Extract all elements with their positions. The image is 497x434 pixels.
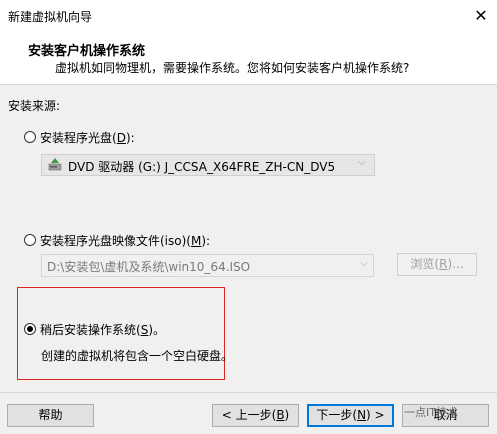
radio-label-iso: 安装程序光盘映像文件(iso)(M): xyxy=(40,234,211,248)
radio-button-iso[interactable] xyxy=(24,234,36,246)
disc-drive-value: DVD 驱动器 (G:) J_CCSA_X64FRE_ZH-CN_DV5 xyxy=(68,160,336,174)
chevron-down-icon[interactable]: ⌵ xyxy=(358,157,366,168)
radio-button-disc[interactable] xyxy=(24,131,36,143)
chevron-down-icon[interactable]: ⌵ xyxy=(360,258,368,269)
page-title: 安装客户机操作系统 xyxy=(28,44,146,59)
close-icon[interactable]: ✕ xyxy=(470,5,492,27)
browse-button[interactable]: 浏览(R)... xyxy=(397,253,477,276)
radio-button-later[interactable] xyxy=(24,323,36,335)
page-subtitle: 虚拟机如同物理机，需要操作系统。您将如何安装客户机操作系统? xyxy=(55,61,410,75)
watermark: 一点IT技术 xyxy=(404,406,458,419)
iso-path-value: D:\安装包\虚机及系统\win10_64.ISO xyxy=(47,260,251,274)
back-button[interactable]: < 上一步(B) xyxy=(212,404,299,427)
install-source-label: 安装来源: xyxy=(8,99,61,113)
next-button[interactable]: 下一步(N) > xyxy=(307,404,394,427)
window-title: 新建虚拟机向导 xyxy=(8,10,93,24)
radio-label-later: 稍后安装操作系统(S)。 xyxy=(40,323,165,337)
disc-drive-select[interactable]: DVD 驱动器 (G:) J_CCSA_X64FRE_ZH-CN_DV5 ⌵ xyxy=(41,154,375,176)
footer-divider xyxy=(0,392,497,393)
iso-path-select[interactable]: D:\安装包\虚机及系统\win10_64.ISO ⌵ xyxy=(41,254,374,277)
radio-label-disc: 安装程序光盘(D): xyxy=(40,131,135,145)
wizard-header: 安装客户机操作系统 虚拟机如同物理机，需要操作系统。您将如何安装客户机操作系统? xyxy=(0,34,497,85)
help-button[interactable]: 帮助 xyxy=(7,404,94,427)
dvd-drive-icon xyxy=(48,158,62,171)
later-description: 创建的虚拟机将包含一个空白硬盘。 xyxy=(41,349,234,363)
